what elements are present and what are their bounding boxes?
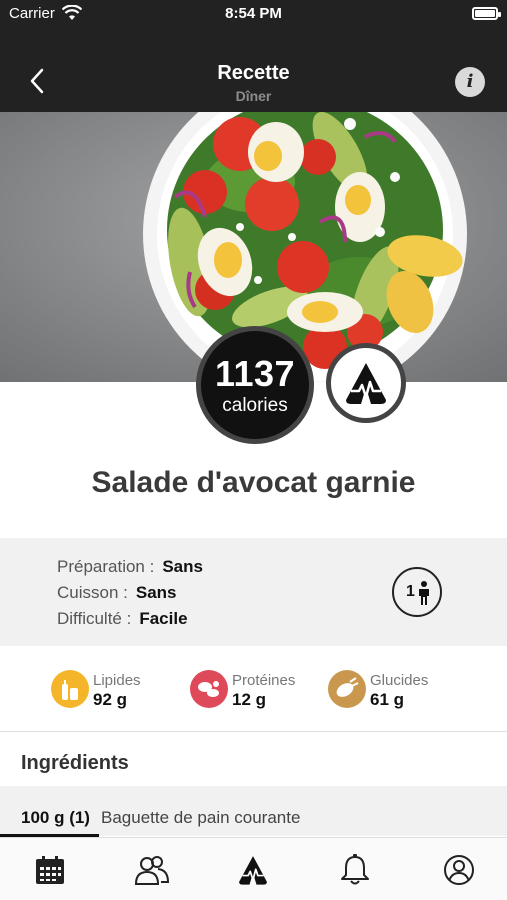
person-icon (419, 581, 429, 605)
cuisson-value: Sans (135, 583, 177, 602)
bell-icon (341, 854, 369, 885)
page-subtitle: Dîner (235, 88, 272, 104)
ingredient-name: Baguette de pain courante (101, 808, 301, 827)
glucides-value: 61 g (370, 690, 405, 709)
status-time: 8:54 PM (225, 5, 282, 22)
difficulte-value: Facile (139, 609, 188, 628)
calories-unit: calories (222, 395, 288, 416)
page-title: Recette (217, 62, 290, 84)
preparation-value: Sans (162, 557, 203, 576)
recipe-title: Salade d'avocat garnie (91, 466, 416, 499)
preparation-row: Préparation : Sans (57, 557, 203, 577)
calendar-icon (36, 856, 64, 884)
tab-profile[interactable] (439, 852, 479, 888)
proteines-value: 12 g (232, 690, 267, 709)
app-logo-icon (239, 856, 267, 885)
lipides-label: Lipides (93, 672, 141, 689)
glucides-icon (328, 670, 366, 708)
app-logo-badge (326, 343, 406, 423)
preparation-label: Préparation : (57, 557, 155, 576)
difficulte-label: Difficulté : (57, 609, 132, 628)
info-icon[interactable]: i (455, 67, 485, 97)
servings-button[interactable]: 1 (392, 567, 442, 617)
lipides-value: 92 g (93, 690, 128, 709)
cuisson-label: Cuisson : (57, 583, 128, 602)
app-logo-icon (346, 363, 386, 404)
tab-community[interactable] (130, 852, 170, 888)
cuisson-row: Cuisson : Sans (57, 583, 177, 603)
top-bar: Carrier 8:54 PM Recette Dîner i (0, 0, 507, 112)
lipides-icon (51, 670, 89, 708)
difficulte-row: Difficulté : Facile (57, 609, 188, 629)
ingredient-quantity: 100 g (1) (21, 808, 90, 827)
battery-icon (472, 7, 501, 20)
profile-icon (444, 855, 474, 885)
ingredient-row[interactable]: 100 g (1) Baguette de pain courante (0, 786, 507, 836)
calories-value: 1137 (214, 353, 296, 394)
servings-count: 1 (406, 583, 415, 600)
macros-section: Lipides 92 g Protéines 12 g Glucides 61 … (0, 648, 507, 732)
calories-badge: 1137 calories (196, 326, 314, 444)
tab-home[interactable] (232, 852, 272, 888)
glucides-label: Glucides (370, 672, 429, 689)
tab-notifications[interactable] (336, 852, 376, 888)
status-bar: Carrier 8:54 PM (0, 0, 507, 28)
tab-bar (0, 837, 507, 900)
tab-calendar[interactable] (30, 852, 70, 888)
proteines-icon (190, 670, 228, 708)
recipe-details: Préparation : Sans Cuisson : Sans Difficul… (0, 538, 507, 646)
proteines-label: Protéines (232, 672, 296, 689)
community-icon (134, 856, 170, 885)
ingredients-heading: Ingrédients (21, 752, 129, 774)
